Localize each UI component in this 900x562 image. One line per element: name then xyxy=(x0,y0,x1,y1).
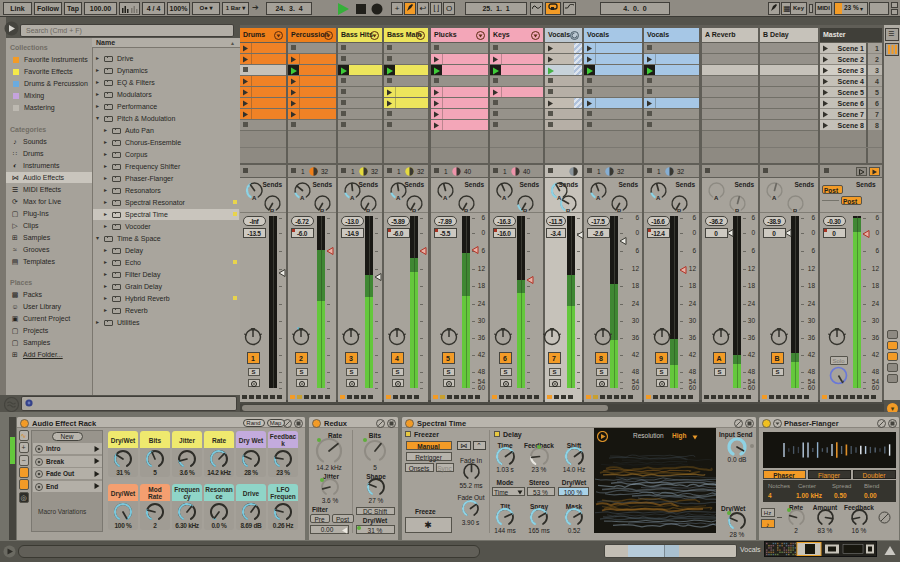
svg-text:▾: ▾ xyxy=(891,405,895,412)
